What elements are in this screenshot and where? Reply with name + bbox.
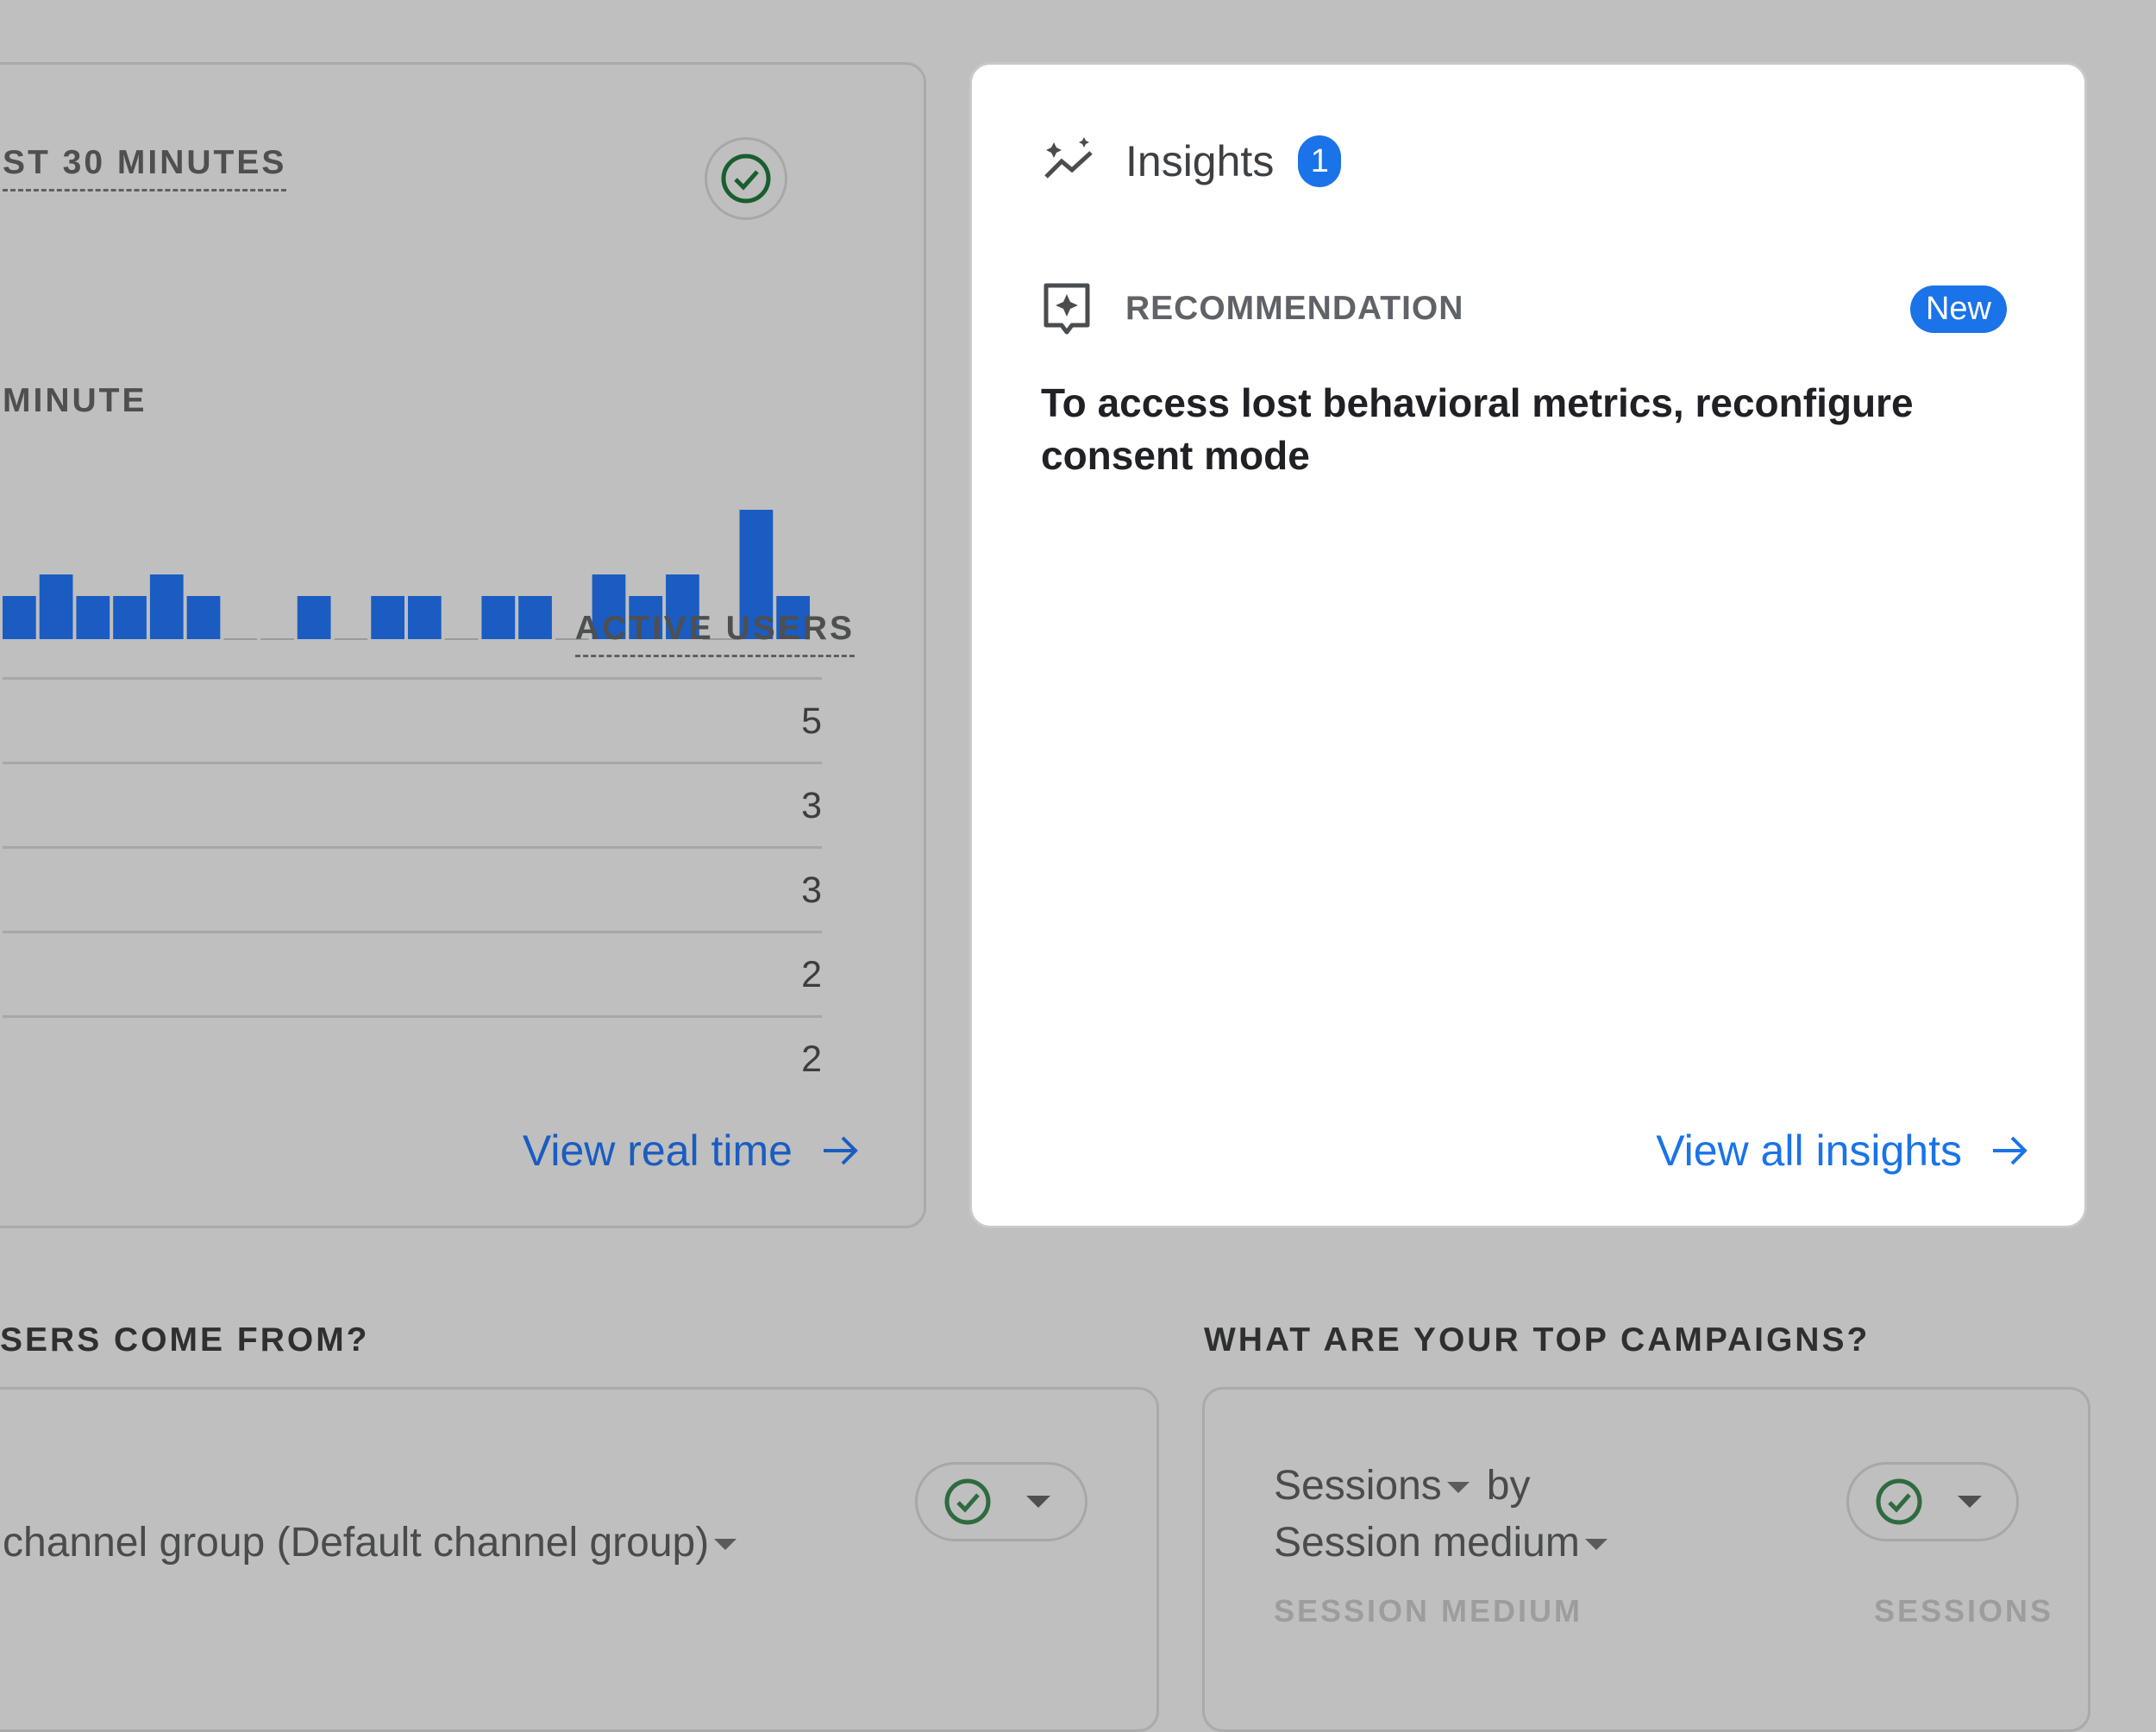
realtime-subtitle: MINUTE [3,382,147,419]
table-row: 2 [3,931,822,1015]
realtime-title: ST 30 MINUTES [3,144,287,191]
realtime-bar [76,596,110,639]
table-row: 3 [3,762,822,846]
insights-sparkle-icon [1044,137,1093,179]
realtime-bar [297,596,331,639]
users-source-question: SERS COME FROM? [0,1321,370,1359]
check-circle-icon [944,1478,991,1525]
arrow-right-icon [824,1136,858,1165]
table-row: 5 [3,677,822,762]
table-row: 3 [3,846,822,931]
realtime-status-check[interactable] [705,137,787,220]
recommendation-row: RECOMMENDATION New [1041,280,2007,337]
column-header-sessions: SESSIONS [1873,1593,2053,1628]
view-all-insights-label: View all insights [1656,1126,1962,1175]
insights-title: Insights [1125,137,1275,185]
realtime-bar [518,596,552,639]
status-dropdown[interactable] [1846,1462,2019,1541]
chevron-down-icon [1584,1539,1608,1550]
top-campaigns-card: Sessions by Session medium SESSION MEDIU… [1202,1387,2090,1732]
column-header-session-medium: SESSION MEDIUM [1274,1593,1583,1628]
user-source-card: channel group (Default channel group) [0,1387,1159,1732]
chevron-down-icon [714,1539,737,1550]
check-circle-icon [721,154,771,204]
realtime-bar [149,574,184,639]
dimension-selector[interactable]: channel group (Default channel group) [3,1519,737,1566]
dimension-label: channel group (Default channel group) [3,1520,710,1566]
view-all-insights-link[interactable]: View all insights [1656,1126,2031,1176]
arrow-right-icon [1993,1136,2028,1165]
insights-card: Insights 1 RECOMMENDATION New To access … [969,62,2087,1228]
dimension-selector[interactable]: Session medium [1274,1519,1608,1566]
by-label: by [1486,1463,1531,1509]
active-users-value: 2 [801,954,822,995]
realtime-bar [371,596,404,639]
realtime-bar [39,574,73,639]
insights-header: Insights 1 [1041,135,1342,187]
realtime-bar [113,596,147,639]
realtime-bar [3,596,36,639]
recommendation-icon [1044,283,1090,335]
check-circle-icon [1876,1478,1922,1525]
chevron-down-icon [1446,1482,1470,1493]
active-users-header: ACTIVE USERS [574,610,855,657]
realtime-card: ST 30 MINUTES MINUTE ACTIVE USERS 5 3 3 … [0,62,926,1228]
table-row: 2 [3,1015,822,1100]
status-dropdown[interactable] [915,1462,1087,1541]
active-users-value: 3 [801,785,822,826]
insights-count-badge: 1 [1298,135,1342,187]
dimension-label: Session medium [1274,1520,1580,1566]
new-badge: New [1909,285,2007,333]
metric-selector[interactable]: Sessions by [1274,1462,1530,1509]
view-real-time-label: View real time [522,1126,793,1175]
active-users-value: 3 [801,869,822,911]
top-campaigns-question: WHAT ARE YOUR TOP CAMPAIGNS? [1204,1321,1871,1359]
recommendation-text[interactable]: To access lost behavioral metrics, recon… [1041,377,1972,482]
view-real-time-link[interactable]: View real time [523,1126,862,1176]
realtime-bar [186,596,221,639]
realtime-bar [481,596,516,639]
recommendation-label: RECOMMENDATION [1125,290,1464,327]
metric-label: Sessions [1274,1463,1442,1509]
chevron-down-icon [1026,1496,1050,1508]
active-users-value: 5 [801,700,822,742]
active-users-value: 2 [801,1039,822,1080]
chevron-down-icon [1958,1496,1982,1508]
realtime-bar [408,596,442,639]
